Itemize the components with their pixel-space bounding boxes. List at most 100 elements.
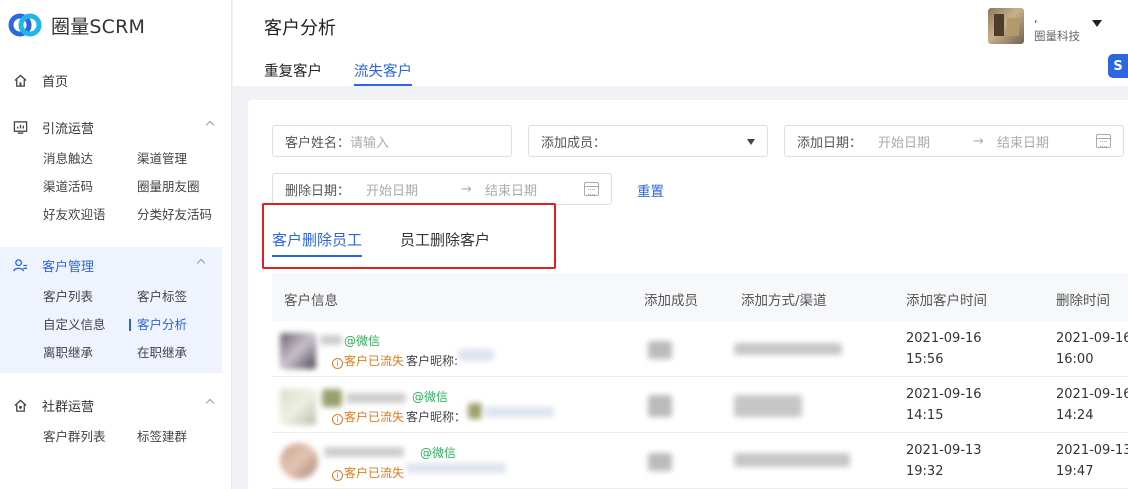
sidebar-item-channel-code[interactable]: 渠道活码 [43, 173, 137, 201]
content-card: 客户姓名： 请输入 添加成员： 添加日期： 开始日期 → 结束日期 删除日期： … [248, 100, 1128, 489]
sidebar-item-group-list[interactable]: 客户群列表 [43, 423, 137, 451]
customer-avatar [280, 443, 318, 479]
caret-down-icon [1092, 20, 1102, 27]
table-header: 客户信息 添加成员 添加方式/渠道 添加客户时间 删除时间 [272, 273, 1128, 321]
add-member-label: 添加成员： [541, 135, 607, 151]
info-icon: i [332, 470, 343, 481]
sidebar-item-message[interactable]: 消息触达 [43, 145, 137, 173]
wechat-tag: @微信 [344, 334, 381, 348]
nav-section-community: 社群运营 客户群列表 标签建群 [0, 387, 231, 451]
nav-traffic-items: 消息触达 渠道管理 渠道活码 圈量朋友圈 好友欢迎语 分类好友活码 [0, 145, 231, 229]
info-icon: i [332, 414, 343, 425]
logo-icon [8, 8, 42, 42]
customer-name-blur [324, 447, 404, 457]
table-row[interactable]: @微信 i 客户已流失 客户昵称: 2021-09-16 15:56 2021-0… [272, 321, 1128, 377]
nick-blur [458, 349, 494, 361]
nav-traffic[interactable]: 引流运营 [0, 109, 231, 145]
col-add-channel: 添加方式/渠道 [741, 293, 827, 309]
lost-status: i 客户已流失 [332, 408, 404, 425]
chevron-up-icon [205, 398, 215, 408]
delete-time: 2021-09-16 16:00 [1056, 331, 1128, 367]
delete-date-end[interactable]: 结束日期 [485, 180, 537, 199]
sidebar-item-welcome[interactable]: 好友欢迎语 [43, 201, 137, 229]
sidebar: 圈量SCRM 首页 引流运营 消息触达 渠道管理 渠道活码 圈量朋友圈 好友欢迎… [0, 0, 232, 489]
col-add-member: 添加成员 [644, 293, 698, 309]
delete-date-range[interactable]: 删除日期： 开始日期 → 结束日期 [272, 173, 612, 205]
wechat-tag: @微信 [412, 390, 449, 404]
user-menu[interactable]: , 圈量科技 [988, 8, 1128, 44]
nav-community[interactable]: 社群运营 [0, 387, 231, 423]
customer-name-input[interactable]: 请输入 [350, 132, 389, 151]
col-add-time: 添加客户时间 [906, 293, 987, 309]
nav-section-customer: 客户管理 客户列表 客户标签 自定义信息 客户分析 离职继承 在职继承 [0, 247, 222, 373]
info-icon: i [332, 358, 343, 369]
customer-name-blur [320, 335, 342, 345]
delete-date-label: 删除日期： [285, 183, 351, 199]
nick-label: 客户昵称： [406, 410, 467, 424]
delete-time: 2021-09-13 19:47 [1056, 443, 1128, 479]
avatar [988, 8, 1024, 44]
nav-customer-items: 客户列表 客户标签 自定义信息 客户分析 离职继承 在职继承 [0, 283, 222, 367]
add-date-start[interactable]: 开始日期 [878, 132, 930, 151]
range-arrow: → [461, 181, 472, 197]
chevron-up-icon [196, 258, 206, 268]
nav-traffic-label: 引流运营 [42, 121, 95, 137]
float-badge[interactable]: S [1108, 54, 1128, 78]
page-title: 客户分析 [264, 18, 336, 39]
home-group-icon [12, 397, 28, 413]
add-time: 2021-09-16 15:56 [906, 331, 982, 367]
customer-name-label: 客户姓名： [285, 135, 351, 151]
add-member-select[interactable]: 添加成员： [528, 125, 768, 157]
table-row[interactable]: @微信 i 客户已流失 2021-09-13 19:32 2021-09-13 1… [272, 433, 1128, 489]
sidebar-item-tag-group[interactable]: 标签建群 [137, 423, 231, 451]
col-delete-time: 删除时间 [1056, 293, 1110, 309]
logo[interactable]: 圈量SCRM [0, 0, 231, 50]
add-date-range[interactable]: 添加日期： 开始日期 → 结束日期 [784, 125, 1124, 157]
calendar-icon [584, 182, 599, 196]
logo-text: 圈量SCRM [51, 15, 146, 38]
calendar-icon [1096, 134, 1111, 148]
sidebar-item-channel-manage[interactable]: 渠道管理 [137, 145, 231, 173]
lost-status-text: 客户已流失 [344, 410, 405, 424]
nick-label: 客户昵称: [406, 354, 459, 368]
sidebar-item-moments[interactable]: 圈量朋友圈 [137, 173, 231, 201]
sidebar-item-customer-analysis[interactable]: 客户分析 [129, 311, 231, 339]
nick-blur [468, 403, 482, 419]
wechat-tag: @微信 [420, 446, 457, 460]
lost-status: i 客户已流失 [332, 352, 404, 369]
lost-status: i 客户已流失 [332, 464, 404, 481]
nav-customer[interactable]: 客户管理 [0, 247, 222, 283]
user-icon [12, 257, 28, 273]
nav-home[interactable]: 首页 [0, 62, 231, 98]
user-name: , [1034, 12, 1038, 25]
customer-avatar [280, 333, 316, 369]
lost-status-text: 客户已流失 [344, 354, 405, 368]
channel-blur [734, 453, 850, 467]
add-time: 2021-09-16 14:15 [906, 387, 982, 423]
sidebar-item-resigned-inherit[interactable]: 离职继承 [43, 339, 137, 367]
nav-customer-label: 客户管理 [42, 259, 95, 275]
reset-button[interactable]: 重置 [637, 180, 664, 200]
tab-lost-customers[interactable]: 流失客户 [354, 60, 412, 86]
tab-customer-deleted-staff[interactable]: 客户删除员工 [272, 229, 363, 257]
channel-blur [734, 395, 802, 417]
delete-date-start[interactable]: 开始日期 [366, 180, 418, 199]
sidebar-item-active-inherit[interactable]: 在职继承 [137, 339, 231, 367]
nav-home-label: 首页 [42, 74, 69, 90]
tab-repeat-customers[interactable]: 重复客户 [264, 60, 322, 86]
sidebar-item-custom-info[interactable]: 自定义信息 [43, 311, 137, 339]
nick-blur [406, 463, 506, 473]
sidebar-item-customer-tags[interactable]: 客户标签 [137, 283, 231, 311]
member-blur [648, 453, 672, 471]
customer-name-blur [346, 393, 406, 403]
user-org: 圈量科技 [1034, 29, 1080, 43]
sidebar-item-customer-list[interactable]: 客户列表 [43, 283, 137, 311]
col-customer-info: 客户信息 [284, 293, 338, 309]
channel-blur [734, 343, 842, 355]
sidebar-item-category-code[interactable]: 分类好友活码 [137, 201, 231, 229]
tab-staff-deleted-customer[interactable]: 员工删除客户 [400, 229, 490, 257]
add-date-end[interactable]: 结束日期 [997, 132, 1049, 151]
member-blur [648, 395, 672, 417]
table-row[interactable]: @微信 i 客户已流失 客户昵称： 2021-09-16 14:15 2021-0… [272, 377, 1128, 433]
customer-name-field[interactable]: 客户姓名： 请输入 [272, 125, 512, 157]
